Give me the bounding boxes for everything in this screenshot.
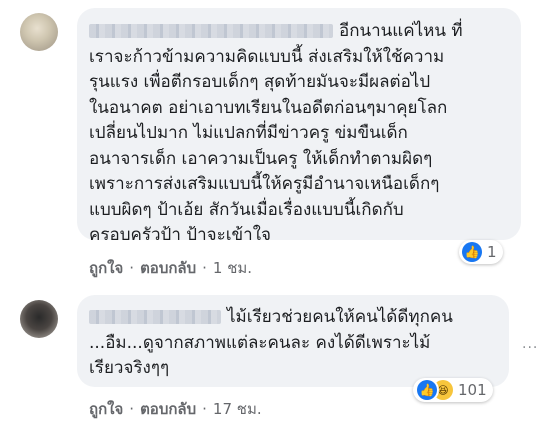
like-link[interactable]: ถูกใจ [89, 400, 123, 418]
commenter-name-redacted[interactable] [89, 310, 221, 324]
more-options-icon[interactable]: ··· [522, 340, 538, 356]
comment-text-line: เราจะก้าวข้ามความคิดแบบนี้ ส่งเสริมให้ใช… [89, 46, 445, 67]
comment-text-line: แบบผิดๆ ป้าเอ้ย สักวันเมื่อเรื่องแบบนี้เ… [89, 199, 404, 220]
reaction-summary[interactable]: 👍 1 [459, 240, 503, 264]
comment-text-line: เปลี่ยนไปมาก ไม่แปลกที่มีข่าวครู ข่มขืนเ… [89, 123, 408, 143]
like-link[interactable]: ถูกใจ [89, 259, 123, 277]
reply-link[interactable]: ตอบกลับ [140, 400, 196, 418]
comment-actions: ถูกใจ · ตอบกลับ · 1 ชม. [89, 259, 253, 277]
comment-time[interactable]: 1 ชม. [213, 259, 252, 277]
comment-bubble: อีกนานแค่ไหน ที่ เราจะก้าวข้ามความคิดแบบ… [77, 8, 521, 245]
comment-text-line: อนาจารเด็ก เอาความเป็นครู ให้เด็กทำตามผิ… [89, 148, 433, 169]
commenter-avatar[interactable] [20, 13, 58, 51]
comment-actions: ถูกใจ · ตอบกลับ · 17 ชม. [89, 400, 262, 418]
commenter-name-redacted[interactable] [89, 24, 333, 38]
comment-bubble: ไม้เรียวช่วยคนให้คนได้ดีทุกคน ...อืม...ด… [77, 295, 509, 387]
reaction-summary[interactable]: 👍 😆 101 [413, 378, 493, 402]
thumbs-up-icon: 👍 [417, 380, 437, 400]
comment-text-line: ...อืม...ดูจากสภาพแต่ละคนละ คงได้ดีเพราะ… [89, 332, 431, 353]
comment-text-line: อีกนานแค่ไหน ที่ [339, 21, 463, 41]
comment-text-line: ในอนาคต อย่าเอาบทเรียนในอดีตก่อนๆมาคุยโล… [89, 97, 448, 118]
commenter-avatar[interactable] [20, 300, 58, 338]
reaction-count: 101 [458, 381, 487, 399]
thumbs-up-icon: 👍 [462, 242, 482, 262]
comment-text-line: รุนแรง เพื่อตีกรอบเด็กๆ สุดท้ายมันจะมีผล… [89, 72, 431, 92]
comment-text-line: ไม้เรียวช่วยคนให้คนได้ดีทุกคน [227, 307, 453, 327]
comment-text-line: เพราะการส่งเสริมแบบนี้ให้ครูมีอำนาจเหนือ… [89, 174, 440, 194]
comment-time[interactable]: 17 ชม. [213, 400, 262, 418]
reply-link[interactable]: ตอบกลับ [140, 259, 196, 277]
reaction-count: 1 [487, 243, 497, 261]
comment-text-line: ครอบครัวป้า ป้าจะเข้าใจ [89, 225, 271, 245]
